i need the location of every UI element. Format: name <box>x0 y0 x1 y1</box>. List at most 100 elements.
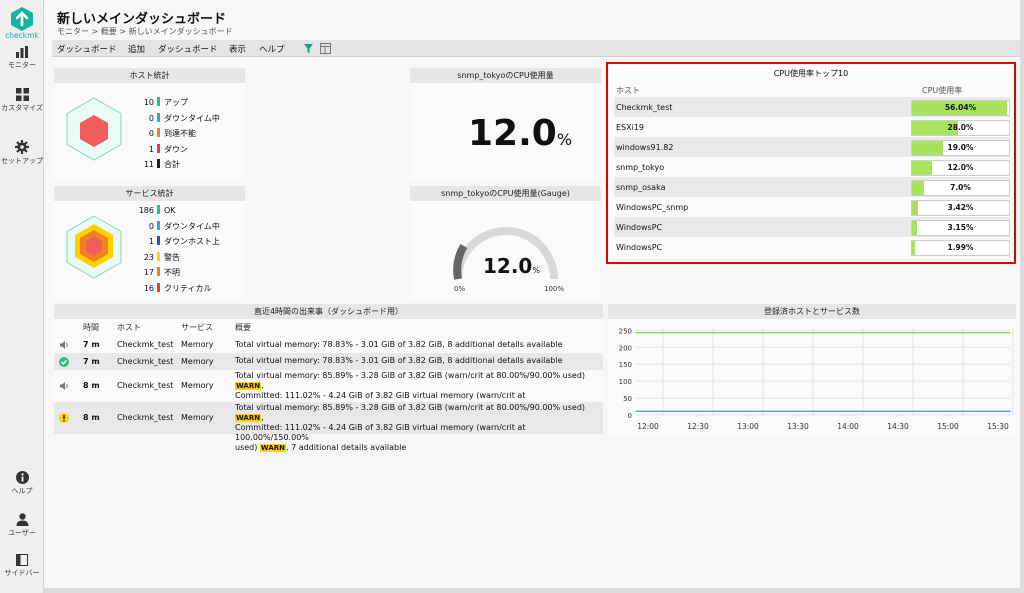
layout-edit-icon[interactable] <box>320 43 331 54</box>
events-header-time: 時間 <box>83 323 99 332</box>
cpu-single-value: 12.0% <box>468 113 572 154</box>
sidebar-item-customize[interactable]: カスタマイズ <box>0 88 44 113</box>
event-row[interactable]: 8 m Checkmk_test Memory Total virtual memor… <box>54 402 603 452</box>
x-tick-label: 15:30 <box>987 422 1009 431</box>
top10-cpu-bar: 12.0% <box>911 160 1010 176</box>
checkmk-logo-icon[interactable] <box>9 6 35 32</box>
menu-add[interactable]: 追加 <box>128 43 145 55</box>
stat-color-bar <box>157 251 160 261</box>
event-row[interactable]: 8 m Checkmk_test Memory Total virtual memor… <box>54 370 603 420</box>
event-summary-text: , <box>261 413 264 422</box>
sidebar-item-setup[interactable]: セットアップ <box>0 140 44 166</box>
event-summary-text: , 7 additional details available <box>285 443 407 452</box>
top10-row[interactable]: snmp_tokyo 12.0% <box>614 157 1010 177</box>
event-service: Memory <box>181 381 214 390</box>
warn-icon <box>59 413 69 423</box>
event-row[interactable]: 7 m Checkmk_test Memory Total virtual memor… <box>54 353 603 370</box>
event-time: 8 m <box>83 413 100 422</box>
filter-icon[interactable] <box>304 44 313 53</box>
x-tick-label: 12:30 <box>687 422 709 431</box>
service_stats-row[interactable]: 1 ダウンホスト上 <box>136 236 220 248</box>
top10-title: CPU使用率トップ10 <box>773 69 849 78</box>
top10-cpu-value: 28.0% <box>947 123 974 132</box>
menu-help[interactable]: ヘルプ <box>259 43 285 55</box>
x-tick-label: 14:30 <box>887 422 909 431</box>
event-host: Checkmk_test <box>117 413 174 422</box>
host_stats-row[interactable]: 0 到達不能 <box>136 128 196 140</box>
series-point-0 <box>747 332 749 334</box>
top10-header-host: ホスト <box>616 86 640 95</box>
menu-view[interactable]: 表示 <box>229 43 246 55</box>
sidebar-item-label: サイドバー <box>4 569 40 577</box>
warn-badge: WARN <box>259 444 286 452</box>
top10-host[interactable]: WindowsPC <box>616 243 662 252</box>
top10-host[interactable]: ESXi19 <box>616 123 644 132</box>
top10-host[interactable]: WindowsPC <box>616 223 662 232</box>
sidebar-item-user[interactable]: ユーザー <box>0 513 44 538</box>
x-tick-label: 13:00 <box>737 422 759 431</box>
event-summary-text: Total virtual memory: 78.83% - 3.01 GiB … <box>235 356 563 365</box>
stat-color-bar <box>157 267 160 276</box>
top10-row[interactable]: ESXi19 28.0% <box>614 117 1010 137</box>
service_stats-row[interactable]: 0 ダウンタイム中 <box>136 220 220 233</box>
service_stats-row[interactable]: 23 警告 <box>136 251 180 264</box>
top10-row[interactable]: windows91.82 19.0% <box>614 137 1010 157</box>
sidebar-item-label: モニター <box>8 61 36 69</box>
page-title: 新しいメインダッシュボード <box>57 12 227 27</box>
top10-cpu-value: 3.15% <box>947 223 974 232</box>
cpu-gauge-title: snmp_tokyoのCPU使用量(Gauge) <box>410 186 601 201</box>
event-summary-text: Total virtual memory: 85.89% - 3.28 GiB … <box>235 371 586 380</box>
events-header-summary: 概要 <box>235 323 251 332</box>
menu-dashboard[interactable]: ダッシュボード <box>57 43 117 55</box>
top10-cpu-bar: 19.0% <box>911 140 1010 156</box>
host_stats-row[interactable]: 11 合計 <box>136 159 180 171</box>
logo-text: checkmk <box>5 31 39 40</box>
service_stats-row[interactable]: 17 不明 <box>136 267 180 279</box>
stat-label: 合計 <box>164 160 180 169</box>
top10-row[interactable]: Checkmk_test 56.04% <box>614 97 1010 117</box>
event-summary-line: used) WARN, 7 additional details availab… <box>235 443 600 453</box>
host_stats-row[interactable]: 1 ダウン <box>136 143 188 156</box>
top10-row[interactable]: WindowsPC 3.15% <box>614 217 1010 237</box>
sidebar-item-sidebar[interactable]: サイドバー <box>0 554 44 578</box>
breadcrumb[interactable]: モニター > 概要 > 新しいメインダッシュボード <box>57 26 233 37</box>
top10-host[interactable]: snmp_tokyo <box>616 163 664 172</box>
y-tick-label: 0 <box>628 412 632 420</box>
service_stats-row[interactable]: 186 OK <box>136 205 176 217</box>
sidebar-item-help[interactable]: ヘルプ <box>0 471 44 496</box>
top10-cpu-value: 12.0% <box>947 163 974 172</box>
stat-label: OK <box>164 206 176 215</box>
host_stats-row[interactable]: 10 アップ <box>136 97 188 109</box>
series-point-1 <box>947 410 949 412</box>
top10-row[interactable]: WindowsPC_snmp 3.42% <box>614 197 1010 217</box>
service_stats-row[interactable]: 16 クリティカル <box>136 282 212 295</box>
cpu-top10-dashlet: CPU使用率トップ10 ホスト CPU使用率 Checkmk_test 56.04… <box>606 62 1016 264</box>
info-icon <box>15 471 29 484</box>
event-service: Memory <box>181 413 214 422</box>
event-host: Checkmk_test <box>117 381 174 390</box>
top10-row[interactable]: WindowsPC 1.99% <box>614 237 1010 257</box>
top10-row[interactable]: snmp_osaka 7.0% <box>614 177 1010 197</box>
stat-count: 10 <box>143 98 154 107</box>
top10-host[interactable]: windows91.82 <box>616 143 673 152</box>
cpu-single-number: 12.0 <box>468 113 557 154</box>
top10-host[interactable]: snmp_osaka <box>616 183 665 192</box>
series-point-0 <box>897 332 899 334</box>
sidebar-item-monitor[interactable]: モニター <box>0 46 44 70</box>
stat-color-bar <box>157 112 160 122</box>
host_stats-row[interactable]: 0 ダウンタイム中 <box>136 112 220 125</box>
events-header-service: サービス <box>181 323 213 332</box>
top10-host[interactable]: Checkmk_test <box>616 103 672 112</box>
event-host: Checkmk_test <box>117 356 174 366</box>
service-stats-dashlet: サービス統計 186 OK 0 ダウンタイム中 1 ダウンホスト上 23 警告 17 不明 16 クリ… <box>54 186 245 299</box>
top10-host[interactable]: WindowsPC_snmp <box>616 203 688 212</box>
stat-count: 1 <box>148 144 154 154</box>
event-host: Checkmk_test <box>117 340 174 349</box>
event-row[interactable]: 7 m Checkmk_test Memory Total virtual memor… <box>54 337 603 353</box>
ok-icon <box>59 356 69 367</box>
menu-dashboard-2[interactable]: ダッシュボード <box>158 43 218 55</box>
event-summary-text: Total virtual memory: 85.89% - 3.28 GiB … <box>235 403 586 412</box>
series-point-0 <box>797 332 799 334</box>
stat-color-bar <box>157 205 160 214</box>
stat-count: 0 <box>148 221 154 231</box>
